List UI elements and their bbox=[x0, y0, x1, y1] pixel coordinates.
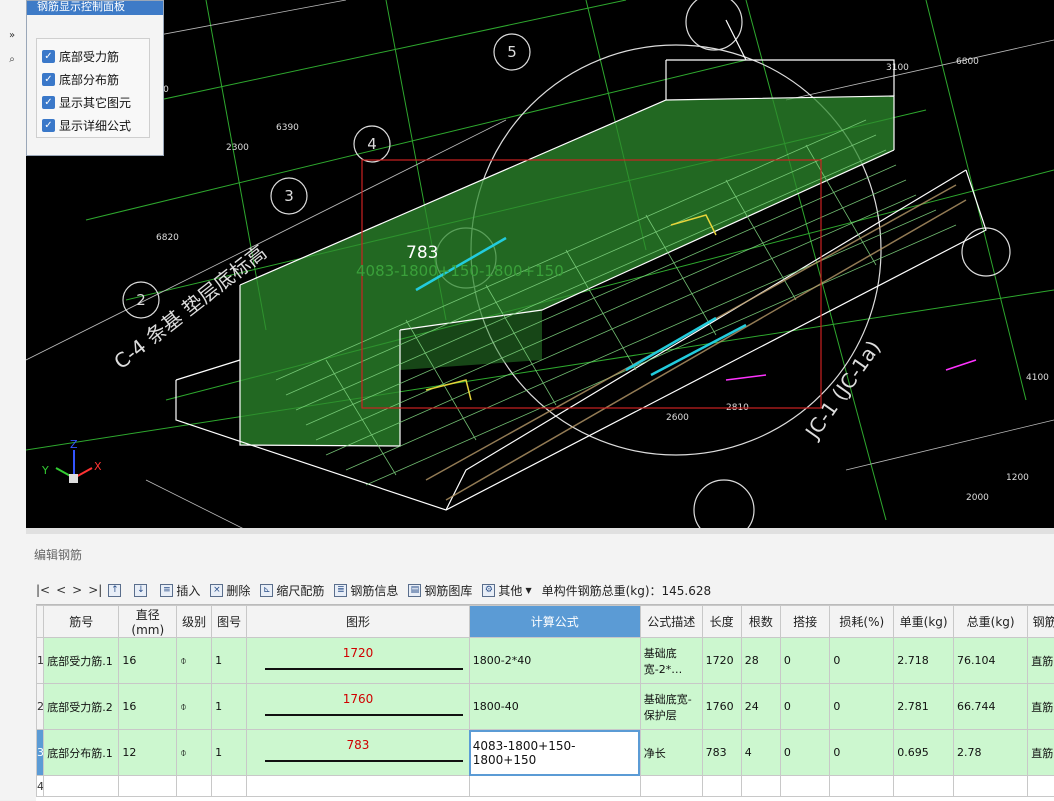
svg-text:6800: 6800 bbox=[956, 57, 979, 67]
axis-label-4: 4 bbox=[367, 135, 377, 153]
left-tool-strip: » ⌕ bbox=[0, 0, 27, 800]
rebar-library-button[interactable]: ▤钢筋图库 bbox=[408, 582, 472, 599]
next-record-button[interactable]: > bbox=[72, 583, 82, 597]
rebar-3d-scene: 105023006390 682031006800 260028104100 2… bbox=[26, 0, 1054, 530]
axis-gizmo-icon: Z X Y bbox=[41, 438, 102, 483]
table-row[interactable]: 1 底部受力筋.1 16 ⌽ 1 1720 1800-2*40 基础底宽-2*…… bbox=[37, 638, 1054, 684]
option-bottom-main-bar[interactable]: ✓底部受力筋 bbox=[42, 46, 119, 66]
other-menu-button[interactable]: ⚙其他▼ bbox=[482, 582, 531, 599]
delete-icon: × bbox=[210, 584, 223, 597]
svg-text:2600: 2600 bbox=[666, 413, 689, 423]
col-total-weight[interactable]: 总重(kg) bbox=[954, 606, 1028, 638]
measure-formula: 4083-1800+150-1800+150 bbox=[356, 262, 564, 280]
col-diameter[interactable]: 直径(mm) bbox=[119, 606, 177, 638]
ruler-icon: ⊾ bbox=[260, 584, 273, 597]
option-show-other-elements[interactable]: ✓显示其它图元 bbox=[42, 92, 131, 112]
document-icon: ≣ bbox=[334, 584, 347, 597]
col-formula[interactable]: 计算公式 bbox=[469, 606, 640, 638]
svg-text:4100: 4100 bbox=[1026, 373, 1049, 383]
svg-text:X: X bbox=[94, 460, 102, 473]
col-loss[interactable]: 损耗(%) bbox=[830, 606, 894, 638]
chevron-down-icon: ▼ bbox=[525, 586, 531, 595]
col-formula-desc[interactable]: 公式描述 bbox=[640, 606, 702, 638]
axis-label-5: 5 bbox=[507, 43, 517, 61]
scale-rebar-button[interactable]: ⊾缩尺配筋 bbox=[260, 582, 324, 599]
panel-title: 钢筋显示控制面板 bbox=[27, 1, 163, 15]
arrow-down-icon: ↓ bbox=[134, 584, 147, 597]
svg-text:6820: 6820 bbox=[156, 233, 179, 243]
col-bar-no[interactable]: 筋号 bbox=[44, 606, 119, 638]
rebar-editor: 编辑钢筋 |< < > >| ↑ ↓ ≡插入 ×删除 ⊾缩尺配筋 ≣钢筋信息 ▤… bbox=[26, 534, 1054, 800]
prev-record-button[interactable]: < bbox=[56, 583, 66, 597]
col-unit-weight[interactable]: 单重(kg) bbox=[894, 606, 954, 638]
measure-value: 783 bbox=[406, 243, 438, 263]
rebar-display-panel: 钢筋显示控制面板 ✓底部受力筋 ✓底部分布筋 ✓显示其它图元 ✓显示详细公式 bbox=[26, 0, 164, 156]
svg-text:2300: 2300 bbox=[226, 143, 249, 153]
element-label: JC-1 (JC-1a) bbox=[799, 336, 885, 445]
table-row[interactable]: 3 底部分布筋.1 12 ⌽ 1 783 4083-1800+150-1800+… bbox=[37, 730, 1054, 776]
svg-text:6390: 6390 bbox=[276, 123, 299, 133]
svg-text:2000: 2000 bbox=[966, 493, 989, 503]
editor-toolbar: |< < > >| ↑ ↓ ≡插入 ×删除 ⊾缩尺配筋 ≣钢筋信息 ▤钢筋图库 … bbox=[36, 578, 1054, 602]
option-bottom-distribution-bar[interactable]: ✓底部分布筋 bbox=[42, 69, 119, 89]
shape-cell[interactable]: 783 bbox=[247, 730, 470, 776]
gear-doc-icon: ⚙ bbox=[482, 584, 495, 597]
insert-button[interactable]: ≡插入 bbox=[160, 582, 200, 599]
checkbox-checked-icon[interactable]: ✓ bbox=[42, 50, 55, 63]
svg-text:1200: 1200 bbox=[1006, 473, 1029, 483]
svg-text:Z: Z bbox=[70, 438, 78, 451]
svg-text:3100: 3100 bbox=[886, 63, 909, 73]
search-icon[interactable]: ⌕ bbox=[2, 52, 22, 68]
axis-label-3: 3 bbox=[284, 187, 294, 205]
col-grade[interactable]: 级别 bbox=[177, 606, 212, 638]
rebar-table: 筋号 直径(mm) 级别 图号 图形 计算公式 公式描述 长度 根数 搭接 损耗… bbox=[36, 604, 1054, 801]
shape-cell[interactable]: 1760 bbox=[247, 684, 470, 730]
arrow-up-icon: ↑ bbox=[108, 584, 121, 597]
col-count[interactable]: 根数 bbox=[741, 606, 780, 638]
move-down-button[interactable]: ↓ bbox=[134, 584, 150, 597]
delete-button[interactable]: ×删除 bbox=[210, 582, 250, 599]
col-figure-no[interactable]: 图号 bbox=[212, 606, 247, 638]
table-header: 筋号 直径(mm) 级别 图号 图形 计算公式 公式描述 长度 根数 搭接 损耗… bbox=[37, 606, 1054, 638]
table-row[interactable]: 2 底部受力筋.2 16 ⌽ 1 1760 1800-40 基础底宽-保护层 1… bbox=[37, 684, 1054, 730]
formula-edit-cell[interactable]: 4083-1800+150-1800+150 bbox=[469, 730, 640, 776]
editor-title: 编辑钢筋 bbox=[34, 546, 82, 563]
table-row-empty[interactable]: 4 bbox=[37, 776, 1054, 797]
last-record-button[interactable]: >| bbox=[88, 583, 102, 597]
axis-label-2: 2 bbox=[136, 291, 146, 309]
col-category[interactable]: 钢筋归类 bbox=[1028, 606, 1054, 638]
col-lap[interactable]: 搭接 bbox=[780, 606, 829, 638]
svg-text:Y: Y bbox=[41, 464, 49, 477]
library-icon: ▤ bbox=[408, 584, 421, 597]
insert-icon: ≡ bbox=[160, 584, 173, 597]
rebar-info-button[interactable]: ≣钢筋信息 bbox=[334, 582, 398, 599]
checkbox-checked-icon[interactable]: ✓ bbox=[42, 73, 55, 86]
col-length[interactable]: 长度 bbox=[702, 606, 741, 638]
col-shape[interactable]: 图形 bbox=[247, 606, 470, 638]
checkbox-checked-icon[interactable]: ✓ bbox=[42, 119, 55, 132]
total-weight-label: 单构件钢筋总重(kg)：145.628 bbox=[542, 582, 712, 599]
expand-icon[interactable]: » bbox=[2, 28, 22, 44]
3d-viewport[interactable]: 105023006390 682031006800 260028104100 2… bbox=[26, 0, 1054, 530]
checkbox-checked-icon[interactable]: ✓ bbox=[42, 96, 55, 109]
move-up-button[interactable]: ↑ bbox=[108, 584, 124, 597]
shape-cell[interactable]: 1720 bbox=[247, 638, 470, 684]
option-show-detailed-formula[interactable]: ✓显示详细公式 bbox=[42, 115, 131, 135]
first-record-button[interactable]: |< bbox=[36, 583, 50, 597]
